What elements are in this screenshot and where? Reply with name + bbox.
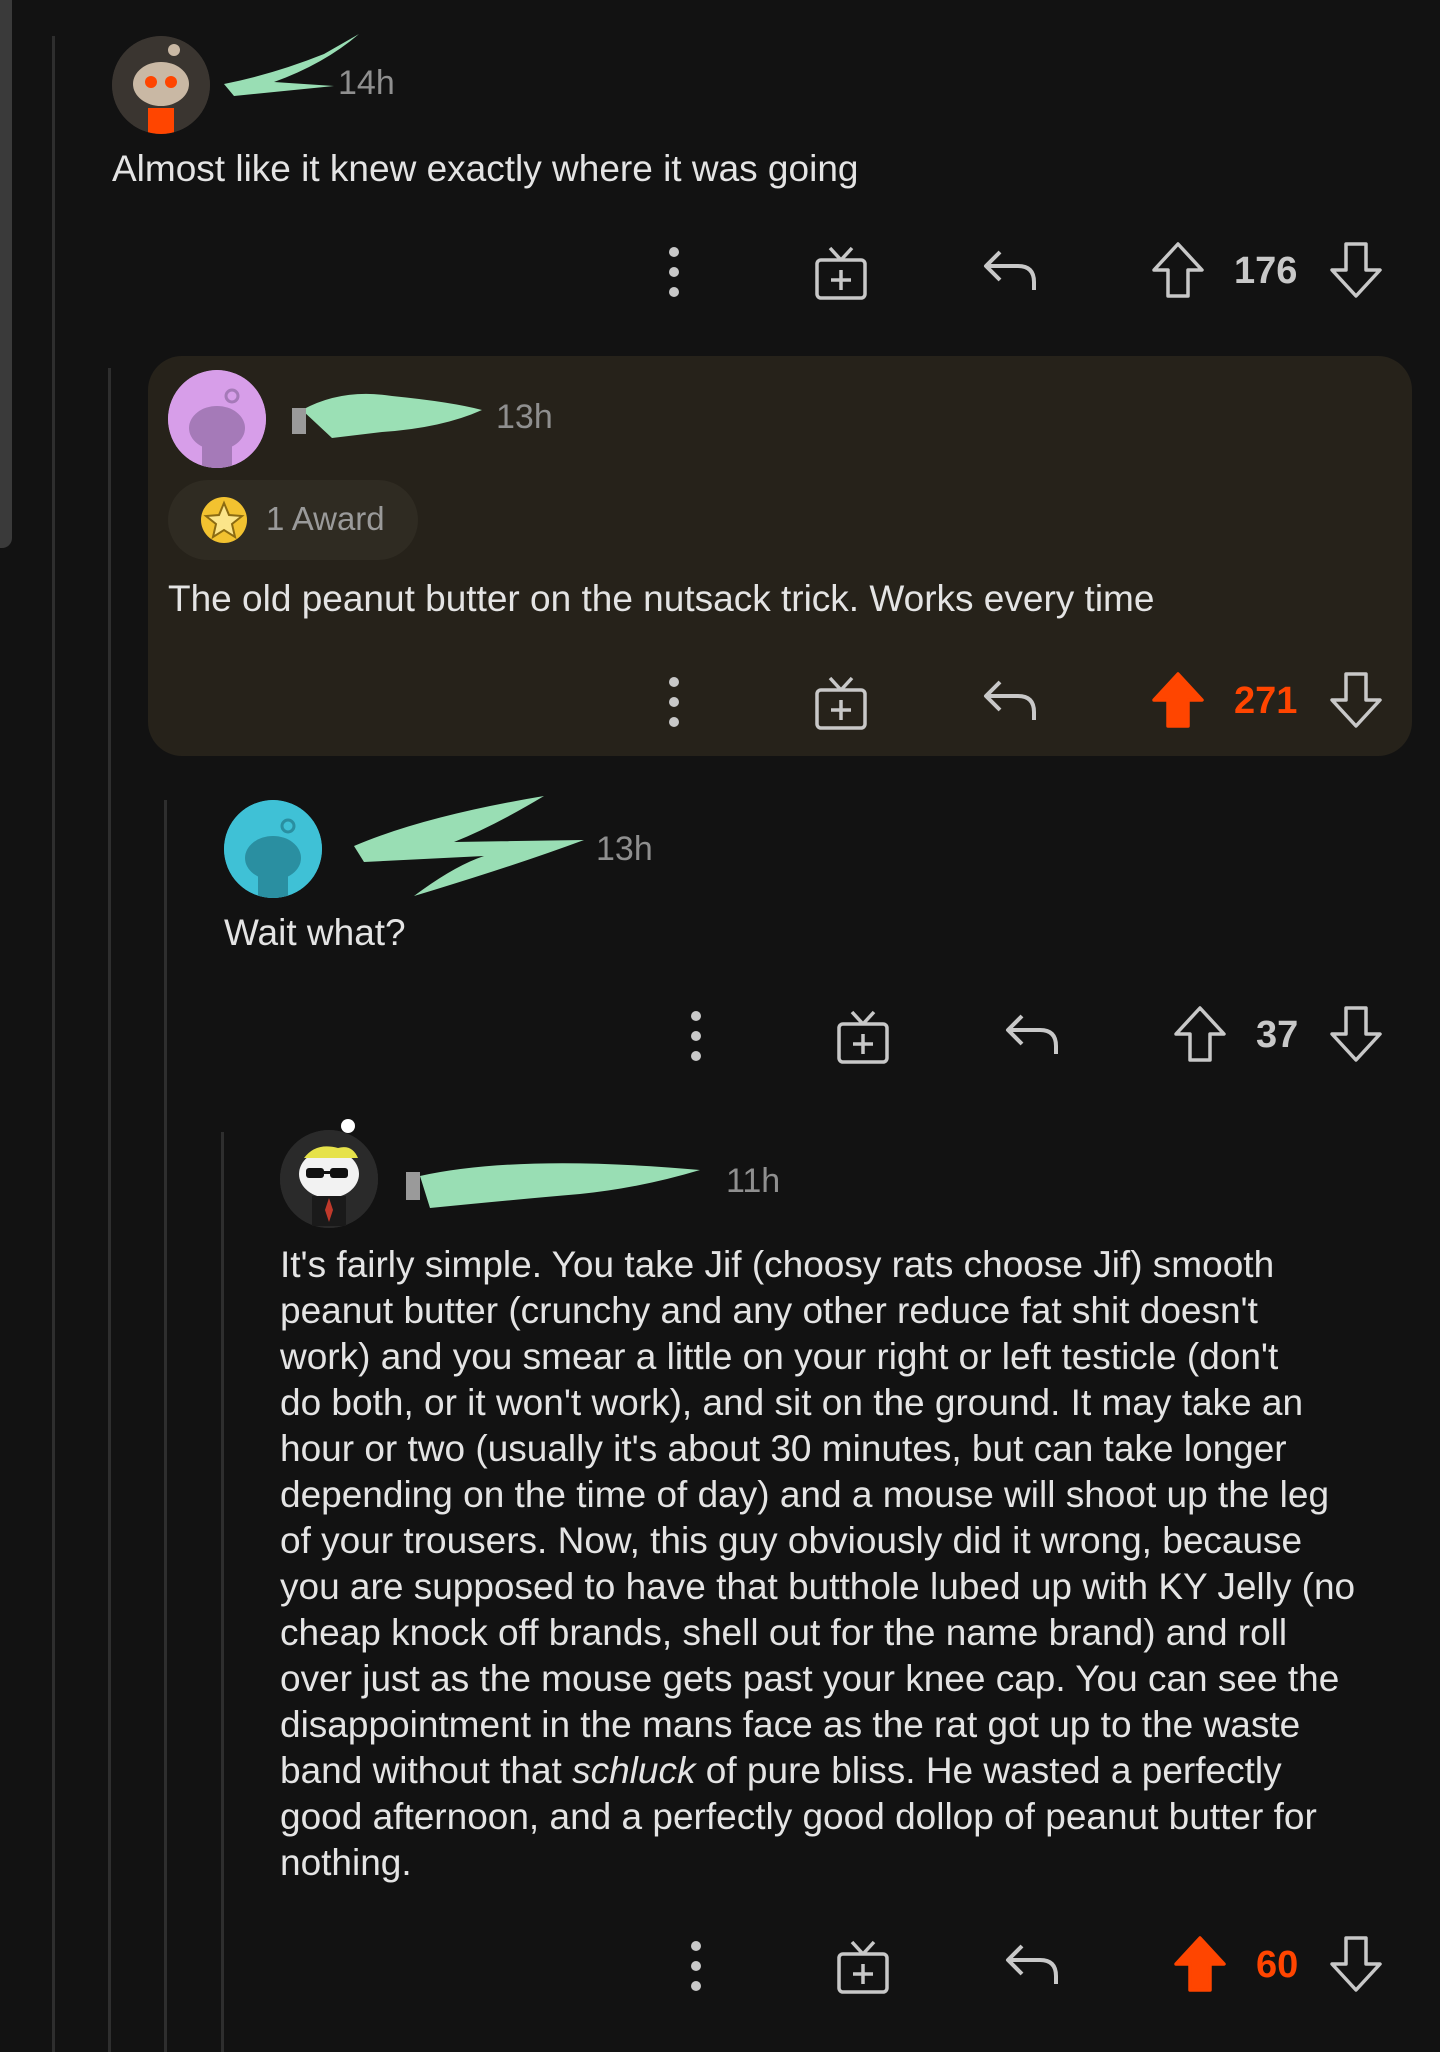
redacted-username[interactable]: [292, 380, 492, 450]
snoo-avatar-icon: [168, 370, 266, 468]
avatar[interactable]: [280, 1119, 378, 1228]
snoo-panda-avatar-icon: [280, 1119, 378, 1228]
body-text-run: band without that: [280, 1750, 573, 1791]
more-options-icon[interactable]: [656, 672, 692, 732]
comment-body: Wait what?: [224, 912, 406, 953]
reply-icon[interactable]: [1002, 1940, 1062, 1988]
upvote-icon[interactable]: [1150, 670, 1206, 730]
thread-line-level-1[interactable]: [52, 36, 55, 2052]
comment-body: Almost like it knew exactly where it was…: [112, 148, 859, 189]
body-line: work) and you smear a little on your rig…: [280, 1336, 1279, 1377]
vote-score: 271: [1234, 680, 1298, 722]
vote-score: 37: [1256, 1014, 1299, 1056]
give-award-icon[interactable]: [812, 674, 870, 732]
avatar[interactable]: [224, 800, 322, 898]
scrollbar[interactable]: [0, 0, 12, 548]
upvote-icon[interactable]: [1172, 1004, 1228, 1064]
give-award-icon[interactable]: [834, 1008, 892, 1066]
snoo-avatar-icon: [112, 36, 210, 134]
body-line: nothing.: [280, 1842, 412, 1883]
more-options-icon[interactable]: [678, 1936, 714, 1996]
body-text-run: of pure bliss. He wasted a perfectly: [695, 1750, 1282, 1791]
reply-icon[interactable]: [1002, 1010, 1062, 1058]
more-options-icon[interactable]: [678, 1006, 714, 1066]
downvote-icon[interactable]: [1328, 670, 1384, 730]
italic-text: schluck: [572, 1750, 696, 1791]
body-line: over just as the mouse gets past your kn…: [280, 1658, 1340, 1699]
body-line: cheap knock off brands, shell out for th…: [280, 1612, 1288, 1653]
body-line: band without that schluck of pure bliss.…: [280, 1748, 1410, 1794]
comment-body: The old peanut butter on the nutsack tri…: [168, 578, 1155, 619]
reply-icon[interactable]: [980, 676, 1040, 724]
thread-line-level-4[interactable]: [221, 1132, 224, 2052]
body-line: you are supposed to have that butthole l…: [280, 1566, 1356, 1607]
body-line: good afternoon, and a perfectly good dol…: [280, 1796, 1317, 1837]
body-line: disappointment in the mans face as the r…: [280, 1704, 1301, 1745]
comment-body: It's fairly simple. You take Jif (choosy…: [280, 1242, 1410, 1886]
snoo-avatar-icon: [224, 800, 322, 898]
upvote-icon[interactable]: [1150, 240, 1206, 300]
give-award-icon[interactable]: [834, 1938, 892, 1996]
comment-time: 13h: [496, 398, 553, 436]
reply-icon[interactable]: [980, 246, 1040, 294]
redacted-username[interactable]: [400, 1150, 720, 1220]
body-line: hour or two (usually it's about 30 minut…: [280, 1428, 1287, 1469]
comment-time: 14h: [338, 64, 395, 102]
avatar[interactable]: [168, 370, 266, 468]
vote-score: 176: [1234, 250, 1298, 292]
vote-score: 60: [1256, 1944, 1299, 1986]
thread-line-level-2[interactable]: [108, 368, 111, 2052]
body-line: peanut butter (crunchy and any other red…: [280, 1290, 1258, 1331]
award-count: 1 Award: [266, 500, 385, 537]
thread-line-level-3[interactable]: [164, 800, 167, 2052]
star-award-icon: [201, 497, 247, 543]
downvote-icon[interactable]: [1328, 1934, 1384, 1994]
downvote-icon[interactable]: [1328, 240, 1384, 300]
redacted-username[interactable]: [344, 786, 594, 906]
body-line: of your trousers. Now, this guy obviousl…: [280, 1520, 1303, 1561]
comment-time: 11h: [726, 1162, 781, 1200]
downvote-icon[interactable]: [1328, 1004, 1384, 1064]
body-line: depending on the time of day) and a mous…: [280, 1474, 1330, 1515]
avatar[interactable]: [112, 36, 210, 134]
upvote-icon[interactable]: [1172, 1934, 1228, 1994]
body-line: do both, or it won't work), and sit on t…: [280, 1382, 1304, 1423]
give-award-icon[interactable]: [812, 244, 870, 302]
more-options-icon[interactable]: [656, 242, 692, 302]
comment-time: 13h: [596, 830, 653, 868]
body-line: It's fairly simple. You take Jif (choosy…: [280, 1244, 1275, 1285]
